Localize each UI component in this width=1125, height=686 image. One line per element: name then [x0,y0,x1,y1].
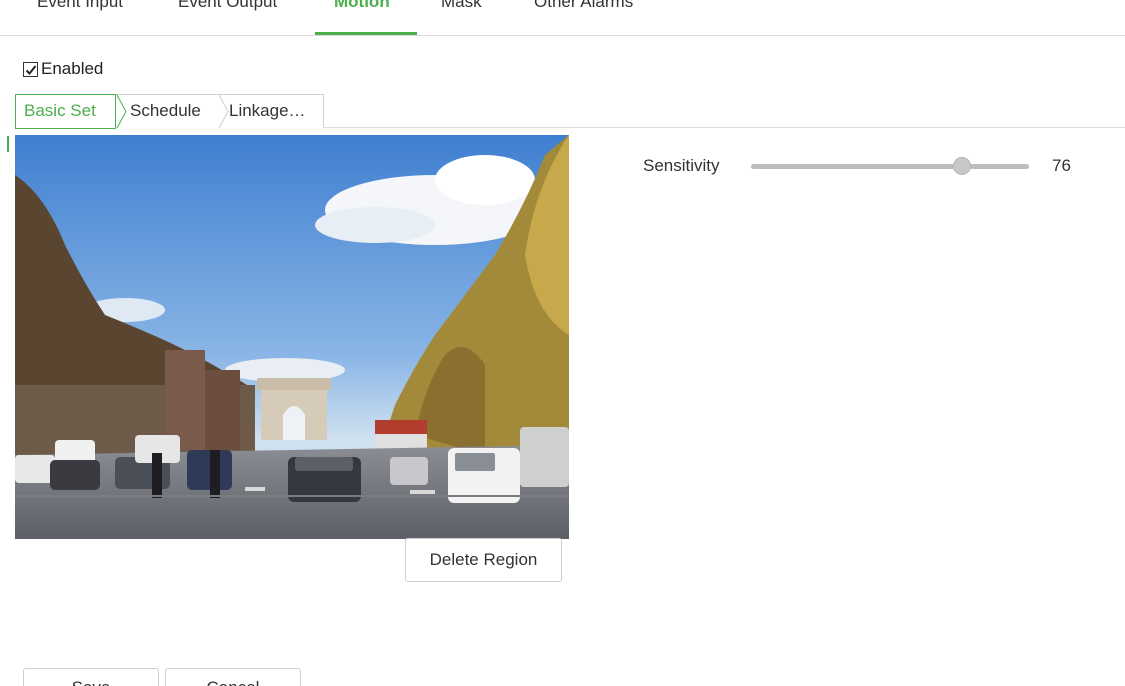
checkmark-icon [25,64,37,75]
save-button[interactable]: Save [23,668,159,686]
tab-motion[interactable]: Motion [334,0,390,12]
subtab-basic-set[interactable]: Basic Set [15,94,116,129]
active-tab-indicator [315,32,417,35]
sensitivity-slider-thumb[interactable] [953,157,972,175]
enabled-checkbox[interactable] [23,61,38,77]
sub-tab-divider [323,127,1125,128]
camera-preview-image [15,135,569,539]
chevron-right-icon [116,95,127,128]
cancel-button[interactable]: Cancel [165,668,301,686]
camera-preview[interactable] [15,135,569,539]
tab-event-input[interactable]: Event Input [37,0,123,12]
tab-event-output[interactable]: Event Output [178,0,277,12]
enabled-checkbox-row[interactable]: Enabled [23,59,103,79]
sensitivity-label: Sensitivity [643,156,720,175]
delete-region-button[interactable]: Delete Region [405,538,562,582]
subtab-linkage[interactable]: Linkage… [229,95,306,128]
tab-other-alarms[interactable]: Other Alarms [534,0,633,12]
left-accent-bar [7,136,9,152]
tab-mask[interactable]: Mask [441,0,482,12]
subtab-schedule[interactable]: Schedule [130,95,201,128]
top-tab-bar: Event Input Event Output Motion Mask Oth… [0,0,1125,36]
sensitivity-slider-track[interactable] [751,164,1029,169]
sensitivity-slider[interactable] [751,156,1029,176]
enabled-label: Enabled [41,59,104,78]
sub-tab-bar: Basic Set Schedule Linkage… [15,94,324,129]
sensitivity-value: 76 [1052,156,1071,175]
